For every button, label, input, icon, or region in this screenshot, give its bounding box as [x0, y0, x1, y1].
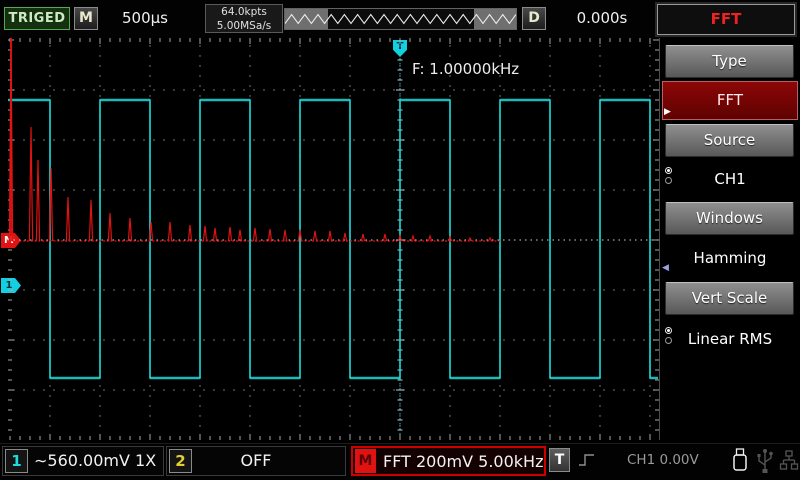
trigger-status-badge: TRIGED: [4, 7, 70, 30]
timebase-readout[interactable]: 500µs: [100, 9, 190, 27]
preview-zigzag: [285, 9, 516, 29]
trigger-badge: T: [549, 448, 570, 472]
acquisition-info-box: 64.0kpts 5.00MSa/s: [205, 4, 283, 33]
radio-unselected-icon: [665, 177, 672, 184]
ch2-status-section[interactable]: 2 OFF: [166, 446, 346, 476]
ch1-badge: 1: [5, 449, 28, 473]
menu-option-ch1-label: CH1: [714, 170, 745, 188]
menu-option-linear-rms-label: Linear RMS: [688, 330, 772, 348]
menu-selected-fft-label: FFT: [717, 91, 743, 109]
math-badge: M: [355, 449, 376, 473]
rising-edge-icon: [577, 449, 597, 471]
trigger-status-section[interactable]: T CH1 0.00V: [549, 446, 725, 476]
graticule-and-traces: [8, 38, 659, 440]
horizontal-mode-badge[interactable]: M: [74, 7, 98, 30]
menu-option-hamming[interactable]: ◀ Hamming: [660, 239, 800, 277]
radio-selected-icon: [665, 327, 672, 334]
menu-selected-fft[interactable]: FFT ▶: [662, 81, 798, 120]
math-status-section[interactable]: M FFT 200mV 5.00kHz: [351, 446, 546, 476]
menu-title: FFT: [657, 4, 795, 35]
menu-button-source[interactable]: Source: [665, 124, 794, 157]
menu-button-vert-scale[interactable]: Vert Scale: [665, 282, 794, 315]
top-status-bar: TRIGED M 500µs 64.0kpts 5.00MSa/s D 0.00…: [0, 0, 800, 38]
delay-mode-badge[interactable]: D: [522, 7, 546, 30]
menu-option-linear-rms[interactable]: Linear RMS: [660, 320, 800, 358]
trigger-position-readout: 0.000s: [556, 9, 648, 27]
math-settings: FFT 200mV 5.00kHz: [383, 448, 543, 476]
waveform-display: F: 1.00000kHz T M 1: [8, 38, 661, 440]
waveform-preview-bar[interactable]: [284, 8, 517, 30]
menu-button-windows[interactable]: Windows: [665, 202, 794, 235]
trigger-source-readout: CH1 0.00V: [627, 446, 699, 474]
usb-host-icon: [755, 447, 775, 475]
menu-button-type[interactable]: Type: [665, 45, 794, 78]
lan-icon: [779, 447, 799, 475]
usb-device-icon: [731, 447, 749, 475]
side-menu: Type FFT ▶ Source CH1 Windows ◀ Hamming …: [660, 38, 800, 443]
menu-option-hamming-label: Hamming: [694, 249, 767, 267]
ch1-settings: ∼560.00mV 1X: [34, 447, 156, 475]
radio-group-icon: [665, 167, 675, 187]
radio-group-icon: [665, 327, 675, 347]
oscilloscope-screen: TRIGED M 500µs 64.0kpts 5.00MSa/s D 0.00…: [0, 0, 800, 480]
bottom-status-bar: 1 ∼560.00mV 1X 2 OFF M FFT 200mV 5.00kHz…: [0, 443, 800, 480]
radio-unselected-icon: [665, 337, 672, 344]
ch2-settings: OFF: [167, 447, 345, 475]
radio-selected-icon: [665, 167, 672, 174]
ch1-status-section[interactable]: 1 ∼560.00mV 1X: [2, 446, 164, 476]
sample-rate-readout: 5.00MSa/s: [206, 19, 282, 33]
choice-arrow-icon: ◀: [662, 264, 669, 273]
submenu-arrow-icon: ▶: [664, 108, 671, 117]
menu-option-ch1[interactable]: CH1: [660, 161, 800, 198]
memory-depth-readout: 64.0kpts: [206, 5, 282, 19]
